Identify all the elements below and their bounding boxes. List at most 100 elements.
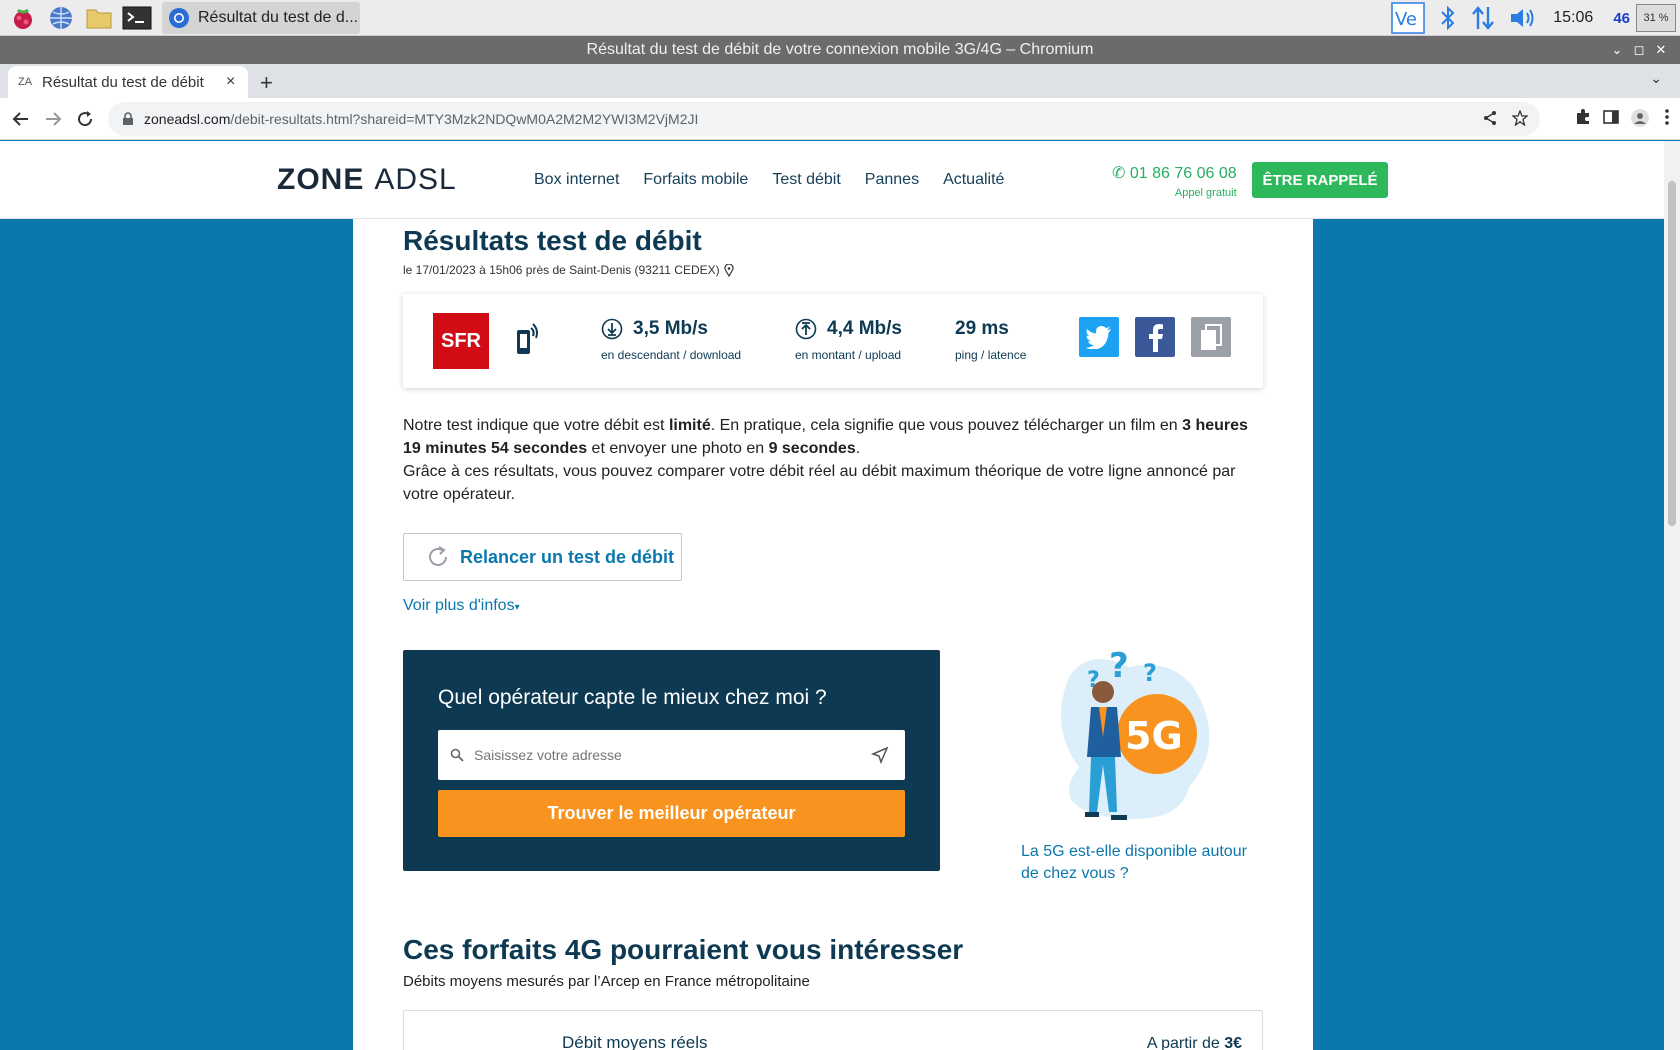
5g-illustration: ? ? ? 5G	[1039, 637, 1229, 842]
address-field[interactable]	[438, 730, 905, 780]
bookmark-star-icon[interactable]	[1512, 110, 1528, 126]
forward-arrow-icon[interactable]	[40, 106, 66, 132]
share-icon[interactable]	[1482, 110, 1498, 126]
scrollbar-thumb[interactable]	[1668, 181, 1676, 526]
nav-box-internet[interactable]: Box internet	[534, 171, 619, 189]
test-meta: le 17/01/2023 à 15h06 près de Saint-Deni…	[403, 263, 734, 277]
phone-number: 01 86 76 06 08	[1129, 165, 1237, 182]
svg-text:Ve: Ve	[1395, 9, 1417, 30]
file-manager-icon[interactable]	[84, 3, 114, 33]
copy-link-icon[interactable]	[1191, 317, 1231, 357]
summary-text: . En pratique, cela signifie que vous po…	[710, 417, 1183, 434]
nav-pannes[interactable]: Pannes	[865, 171, 919, 189]
volume-icon[interactable]	[1509, 6, 1539, 30]
site-favicon-icon: ZA	[18, 76, 33, 88]
ping-label: ping / latence	[955, 348, 1027, 362]
network-icon[interactable]	[1471, 5, 1495, 31]
side-panel-icon[interactable]	[1602, 108, 1620, 126]
taskbar-task-label: Résultat du test de d...	[198, 8, 359, 26]
vnc-icon[interactable]: Ve	[1391, 2, 1426, 34]
cpu-monitor[interactable]: 31 %	[1636, 4, 1676, 32]
operator-search-panel: Quel opérateur capte le mieux chez moi ?…	[403, 650, 940, 871]
page-title: Résultats test de débit	[403, 225, 702, 256]
nav-forfaits-mobile[interactable]: Forfaits mobile	[643, 171, 748, 189]
reload-icon[interactable]	[72, 106, 98, 132]
plans-title: Ces forfaits 4G pourraient vous intéress…	[403, 934, 964, 965]
cpu-monitor-value: 46	[1613, 9, 1630, 27]
facebook-share-icon[interactable]	[1135, 317, 1175, 357]
caret-down-icon: ▾	[514, 602, 520, 613]
ping-value: 29 ms	[955, 318, 1009, 339]
clock[interactable]: 15:06	[1553, 9, 1593, 27]
callback-button[interactable]: ÊTRE RAPPELÉ	[1252, 162, 1388, 198]
raspberry-menu-icon[interactable]	[8, 3, 38, 33]
5g-badge-text: 5G	[1125, 714, 1183, 758]
logo-zone-text: ZONE	[277, 163, 365, 196]
nav-test-debit[interactable]: Test débit	[772, 171, 840, 189]
tab-close-icon[interactable]: ×	[226, 73, 235, 91]
svg-text:?: ?	[1109, 646, 1129, 686]
terminal-icon[interactable]	[122, 3, 152, 33]
new-tab-icon[interactable]: +	[260, 70, 273, 96]
find-operator-button[interactable]: Trouver le meilleur opérateur	[438, 790, 905, 837]
test-date-location: le 17/01/2023 à 15h06 près de Saint-Deni…	[403, 263, 720, 277]
geolocate-arrow-icon[interactable]	[871, 746, 889, 764]
minimize-icon[interactable]: ⌄	[1606, 42, 1628, 58]
results-card: Résultats test de débit le 17/01/2023 à …	[353, 219, 1313, 1050]
maximize-icon[interactable]: ◻	[1628, 42, 1650, 58]
nav-actualite[interactable]: Actualité	[943, 171, 1004, 189]
taskbar-chromium-task[interactable]: Résultat du test de d...	[162, 1, 360, 34]
tab-search-chevron-icon[interactable]: ⌄	[1650, 70, 1662, 87]
tab-title: Résultat du test de débit	[42, 73, 204, 91]
page-scrollbar[interactable]	[1664, 141, 1680, 1050]
retest-button[interactable]: Relancer un test de débit	[403, 533, 682, 581]
web-browser-launcher-icon[interactable]	[46, 3, 76, 33]
browser-menu-kebab-icon[interactable]	[1660, 108, 1674, 126]
lock-icon[interactable]	[122, 112, 134, 126]
extensions-puzzle-icon[interactable]	[1574, 108, 1592, 126]
browser-tab-strip: ZA Résultat du test de débit × + ⌄	[0, 64, 1680, 98]
address-bar[interactable]: zoneadsl.com/debit-resultats.html?sharei…	[108, 102, 1540, 136]
summary-text: et envoyer une photo en	[587, 440, 769, 457]
speed-result-panel: SFR 3,5 Mb/s en descendant / download 4,…	[403, 294, 1263, 388]
search-icon	[450, 748, 464, 762]
back-arrow-icon[interactable]	[8, 106, 34, 132]
summary-verdict: limité	[668, 417, 711, 434]
plans-table-header: Débit moyens réels A partir de 3€	[403, 1010, 1263, 1050]
url-domain: zoneadsl.com	[144, 111, 231, 127]
zoneadsl-logo[interactable]: ZONE ADSL	[277, 163, 457, 197]
site-header: ZONE ADSL Box internet Forfaits mobile T…	[0, 141, 1664, 219]
phone-contact[interactable]: ✆ 01 86 76 06 08 Appel gratuit	[1112, 163, 1237, 199]
plans-price-value: 3€	[1224, 1035, 1242, 1050]
logo-adsl-text: ADSL	[374, 163, 457, 196]
window-title: Résultat du test de débit de votre conne…	[586, 41, 1094, 58]
5g-availability-link[interactable]: La 5G est-elle disponible autour de chez…	[1021, 841, 1261, 885]
bluetooth-icon[interactable]	[1439, 5, 1457, 31]
download-value: 3,5 Mb/s	[633, 318, 708, 339]
result-summary: Notre test indique que votre débit est l…	[403, 414, 1267, 506]
retest-label: Relancer un test de débit	[460, 546, 675, 567]
plans-col-price: A partir de 3€	[1147, 1035, 1242, 1050]
svg-text:?: ?	[1143, 659, 1157, 687]
plans-col-speed: Débit moyens réels	[562, 1033, 708, 1050]
mobile-signal-icon	[515, 320, 541, 361]
download-icon	[601, 318, 623, 340]
system-tray: Ve 15:06 46 31 %	[1391, 0, 1680, 36]
url-path: /debit-resultats.html?shareid=MTY3Mzk2ND…	[230, 111, 699, 127]
profile-avatar-icon[interactable]	[1630, 108, 1650, 128]
summary-text: Notre test indique que votre débit est	[403, 417, 669, 434]
upload-value: 4,4 Mb/s	[827, 318, 902, 339]
phone-subtitle: Appel gratuit	[1174, 187, 1237, 199]
browser-tab[interactable]: ZA Résultat du test de débit ×	[8, 66, 248, 98]
download-label: en descendant / download	[601, 348, 742, 362]
more-info-link[interactable]: Voir plus d'infos▾	[403, 597, 520, 615]
location-pin-icon	[724, 263, 734, 277]
browser-toolbar: zoneadsl.com/debit-resultats.html?sharei…	[0, 98, 1680, 140]
os-taskbar: Résultat du test de d... Ve 15:06 46 31 …	[0, 0, 1680, 36]
chromium-icon	[169, 7, 189, 28]
upload-icon	[795, 318, 817, 340]
upload-label: en montant / upload	[795, 348, 902, 362]
twitter-share-icon[interactable]	[1079, 317, 1119, 357]
close-window-icon[interactable]: ✕	[1650, 42, 1672, 58]
address-input[interactable]	[474, 747, 864, 763]
